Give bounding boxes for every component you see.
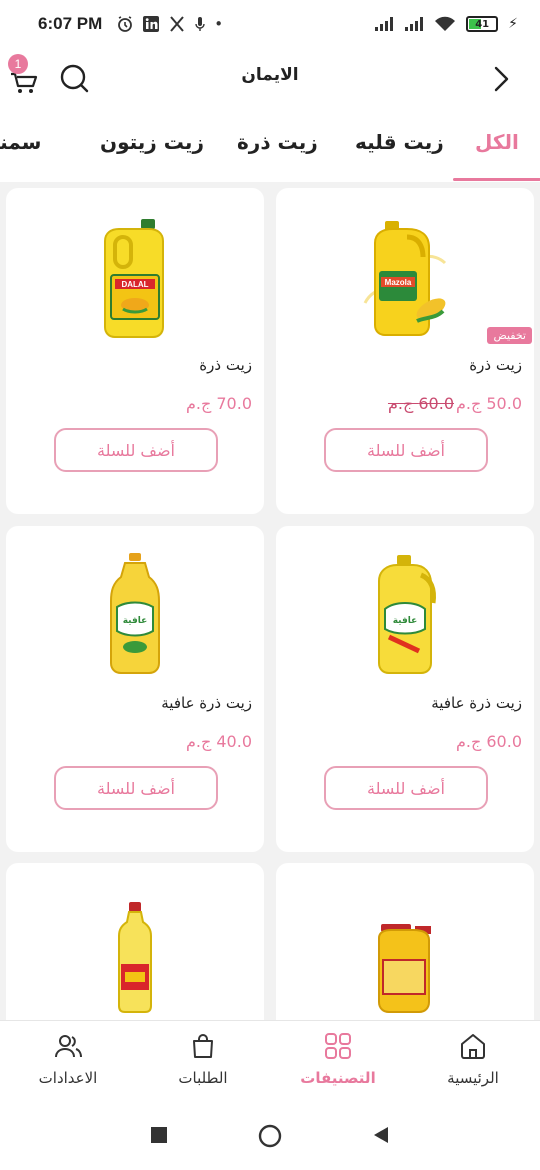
price-row: 40.0 ج.م	[6, 732, 252, 754]
home-icon	[461, 1034, 485, 1059]
linkedin-icon	[143, 16, 160, 32]
chevron-right-icon[interactable]	[488, 64, 514, 94]
add-to-cart-button[interactable]: أضف للسلة	[324, 428, 488, 472]
price-row: 70.0 ج.م	[6, 394, 252, 416]
battery-icon: 41	[466, 16, 499, 32]
restaurant-icon	[170, 16, 185, 32]
bottom-nav: الرئيسية التصنيفات الطلبات الاعدادات	[0, 1020, 540, 1106]
product-card[interactable]: عافية زيت ذرة عافية 40.0 ج.م أضف للسلة	[6, 526, 264, 852]
product-card[interactable]: Mazola تخفيض زيت ذرة 50.0 ج.م 60.0 ج.م أ…	[276, 188, 534, 514]
product-image: عافية	[70, 546, 200, 686]
status-time: 6:07 PM	[38, 14, 103, 33]
tab-olive-oil[interactable]: زيت زيتون	[100, 130, 204, 154]
status-left: 6:07 PM •	[38, 14, 223, 34]
svg-text:DALAL: DALAL	[121, 280, 148, 289]
status-right: 41 ⚡	[374, 16, 518, 32]
price-row: 50.0 ج.م 60.0 ج.م	[276, 394, 522, 416]
nav-settings-label: الاعدادات	[38, 1069, 98, 1087]
nav-settings[interactable]: الاعدادات	[8, 1031, 128, 1087]
product-name: زيت ذرة عافية	[161, 694, 252, 712]
nav-orders-label: الطلبات	[178, 1069, 228, 1087]
dot-icon: •	[214, 15, 224, 33]
cart-count-badge: 1	[8, 54, 28, 74]
nav-home-label: الرئيسية	[447, 1069, 499, 1087]
svg-text:عافية: عافية	[123, 616, 148, 626]
svg-text:عافية: عافية	[393, 616, 418, 626]
mazola-bottle-image: Mazola	[363, 221, 447, 336]
add-to-cart-button[interactable]: أضف للسلة	[324, 766, 488, 810]
svg-text:Mazola: Mazola	[385, 278, 412, 287]
wifi-icon	[435, 16, 456, 31]
product-image: DALAL	[70, 208, 200, 348]
nav-categories[interactable]: التصنيفات	[278, 1031, 398, 1087]
tab-frying-oil[interactable]: زيت قليه	[355, 130, 444, 154]
nav-orders[interactable]: الطلبات	[143, 1031, 263, 1087]
category-tabs: الكل زيت قليه زيت ذرة زيت زيتون سمنه	[0, 118, 540, 182]
back-triangle-icon[interactable]	[372, 1126, 390, 1144]
tab-ghee[interactable]: سمنه	[0, 130, 41, 154]
signal-icon	[405, 17, 424, 31]
product-price: 60.0 ج.م	[455, 732, 522, 751]
app-bar: 1 الايمان	[0, 48, 540, 110]
signal-icon	[375, 17, 394, 31]
oil-tall-bottle-image	[118, 902, 152, 1013]
mic-icon	[195, 17, 205, 31]
product-name: زيت ذرة	[199, 356, 252, 374]
recents-icon[interactable]	[150, 1126, 168, 1144]
product-image: عافية	[340, 546, 470, 686]
product-price: 40.0 ج.م	[185, 732, 252, 751]
active-tab-indicator	[453, 178, 540, 181]
users-icon	[55, 1035, 82, 1058]
product-image	[70, 883, 200, 1020]
product-card[interactable]	[276, 863, 534, 1020]
tab-corn-oil[interactable]: زيت ذرة	[237, 130, 318, 154]
charging-icon: ⚡	[508, 16, 518, 32]
grid-icon	[325, 1033, 351, 1059]
home-circle-icon[interactable]	[258, 1124, 282, 1148]
page-title: الايمان	[241, 65, 299, 85]
product-card[interactable]: عافية زيت ذرة عافية 60.0 ج.م أضف للسلة	[276, 526, 534, 852]
oil-jug-image	[378, 924, 431, 1013]
alarm-icon	[118, 16, 133, 32]
tab-all[interactable]: الكل	[475, 130, 519, 154]
product-card[interactable]	[6, 863, 264, 1020]
product-card[interactable]: DALAL زيت ذرة 70.0 ج.م أضف للسلة	[6, 188, 264, 514]
price-row: 60.0 ج.م	[276, 732, 522, 754]
status-bar: 6:07 PM • 41 ⚡	[0, 0, 540, 48]
battery-level: 41	[475, 18, 490, 30]
system-nav-bar	[0, 1106, 540, 1170]
nav-categories-label: التصنيفات	[300, 1069, 376, 1087]
afia-bottle-small-image: عافية	[110, 553, 160, 674]
product-grid: Mazola تخفيض زيت ذرة 50.0 ج.م 60.0 ج.م أ…	[0, 182, 540, 1020]
product-price: 50.0 ج.م	[455, 394, 522, 413]
nav-home[interactable]: الرئيسية	[413, 1031, 533, 1087]
product-name: زيت ذرة عافية	[431, 694, 522, 712]
product-name: زيت ذرة	[469, 356, 522, 374]
add-to-cart-button[interactable]: أضف للسلة	[54, 766, 218, 810]
afia-bottle-large-image: عافية	[378, 555, 436, 674]
search-icon[interactable]	[58, 62, 90, 94]
add-to-cart-button[interactable]: أضف للسلة	[54, 428, 218, 472]
bag-icon	[193, 1034, 213, 1058]
discount-badge: تخفيض	[487, 327, 532, 344]
product-image	[340, 883, 470, 1020]
product-old-price: 60.0 ج.م	[387, 394, 454, 413]
product-price: 70.0 ج.م	[185, 394, 252, 413]
product-image: Mazola	[340, 208, 470, 348]
dalal-bottle-image: DALAL	[104, 219, 164, 338]
